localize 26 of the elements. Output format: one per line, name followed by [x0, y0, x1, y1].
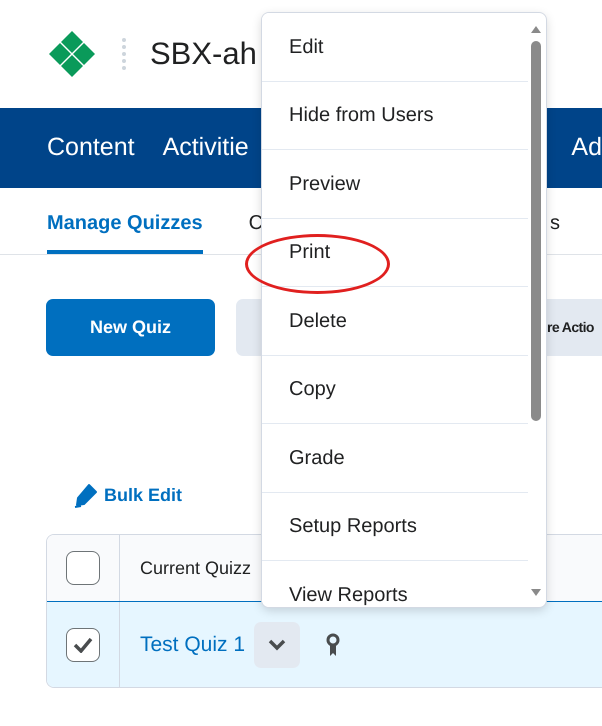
menu-item[interactable]: Hide from Users — [262, 82, 528, 150]
checkbox[interactable] — [66, 551, 100, 585]
dropdown-button[interactable] — [254, 622, 300, 668]
tab[interactable]: s — [550, 188, 560, 254]
new-button[interactable]: New Quiz — [46, 299, 215, 356]
menu-item[interactable]: Delete — [262, 287, 528, 356]
tab[interactable]: Manage Quizzes — [47, 188, 203, 254]
menu-item[interactable]: Preview — [262, 150, 528, 218]
check-icon — [73, 636, 93, 652]
chevron-down-icon — [268, 638, 286, 650]
menu-item[interactable]: View Reports — [262, 561, 528, 607]
nav-link[interactable]: Ad — [571, 129, 602, 167]
pencil-icon — [72, 482, 98, 508]
menu-item[interactable]: Setup Reports — [262, 492, 528, 561]
course-title: SBX-ah — [150, 34, 257, 73]
menu-item[interactable]: Print — [262, 218, 528, 287]
menu-item[interactable]: Grade — [262, 424, 528, 492]
quiz-link[interactable]: Test Quiz 1 — [140, 628, 246, 660]
column-header: Current Quizz — [140, 556, 252, 580]
ribbon-icon — [326, 633, 340, 658]
menu-item[interactable]: Edit — [262, 13, 528, 82]
nav-link[interactable]: Activitie — [162, 129, 249, 167]
logo-icon — [48, 30, 96, 78]
nav-link[interactable]: Content — [47, 129, 135, 167]
checkbox[interactable] — [66, 628, 100, 662]
menu-item[interactable]: Copy — [262, 356, 528, 424]
